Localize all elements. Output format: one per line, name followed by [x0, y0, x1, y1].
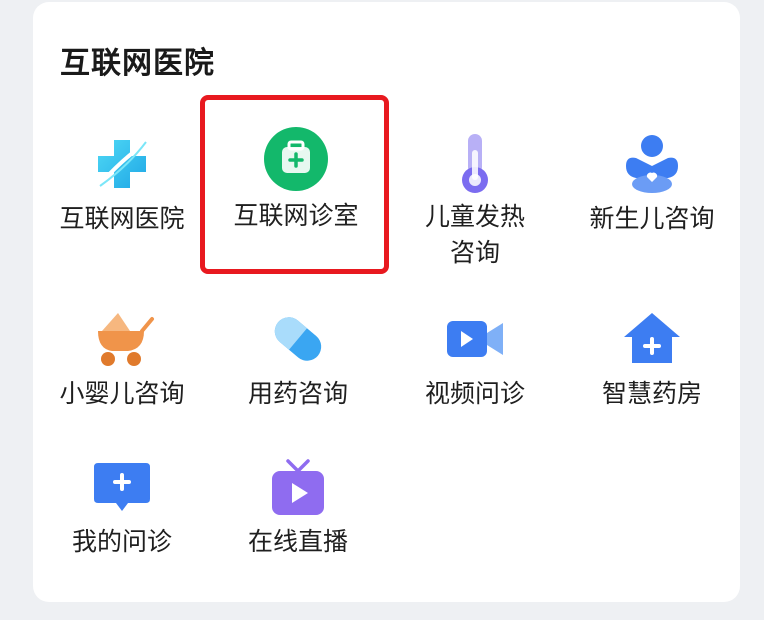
service-internet-hospital[interactable]: 互联网医院: [32, 130, 212, 240]
hospital-cross-icon: [88, 130, 156, 198]
section-title: 互联网医院: [60, 46, 215, 81]
service-label: 用药咨询: [247, 379, 348, 408]
service-medication[interactable]: 用药咨询: [208, 305, 388, 415]
capsule-icon: [264, 305, 332, 373]
service-infant[interactable]: 小婴儿咨询: [32, 305, 212, 415]
service-label: 新生儿咨询: [589, 204, 715, 233]
tv-live-icon: [264, 455, 332, 523]
service-label-line1: 儿童发热: [424, 202, 525, 231]
service-label: 我的问诊: [71, 527, 172, 556]
service-label: 智慧药房: [601, 379, 702, 408]
service-label: 在线直播: [247, 527, 348, 556]
service-label: 小婴儿咨询: [59, 379, 185, 408]
service-internet-clinic[interactable]: 互联网诊室: [206, 125, 386, 240]
baby-icon: [618, 130, 686, 198]
stroller-icon: [88, 305, 156, 373]
service-smart-pharmacy[interactable]: 智慧药房: [562, 305, 742, 415]
chat-plus-icon: [88, 455, 156, 523]
service-label: 视频问诊: [424, 379, 525, 408]
pharmacy-house-icon: [618, 305, 686, 373]
service-newborn[interactable]: 新生儿咨询: [562, 130, 742, 240]
service-video-consult[interactable]: 视频问诊: [385, 305, 565, 415]
service-my-consultations[interactable]: 我的问诊: [32, 455, 212, 565]
thermometer-icon: [441, 130, 509, 198]
service-child-fever[interactable]: 儿童发热 咨询: [385, 130, 565, 280]
service-label: 互联网医院: [59, 204, 185, 233]
service-label: 互联网诊室: [233, 201, 359, 230]
medical-kit-icon: [262, 125, 330, 193]
video-icon: [441, 305, 509, 373]
service-live-stream[interactable]: 在线直播: [208, 455, 388, 565]
service-label-line2: 咨询: [449, 238, 500, 267]
